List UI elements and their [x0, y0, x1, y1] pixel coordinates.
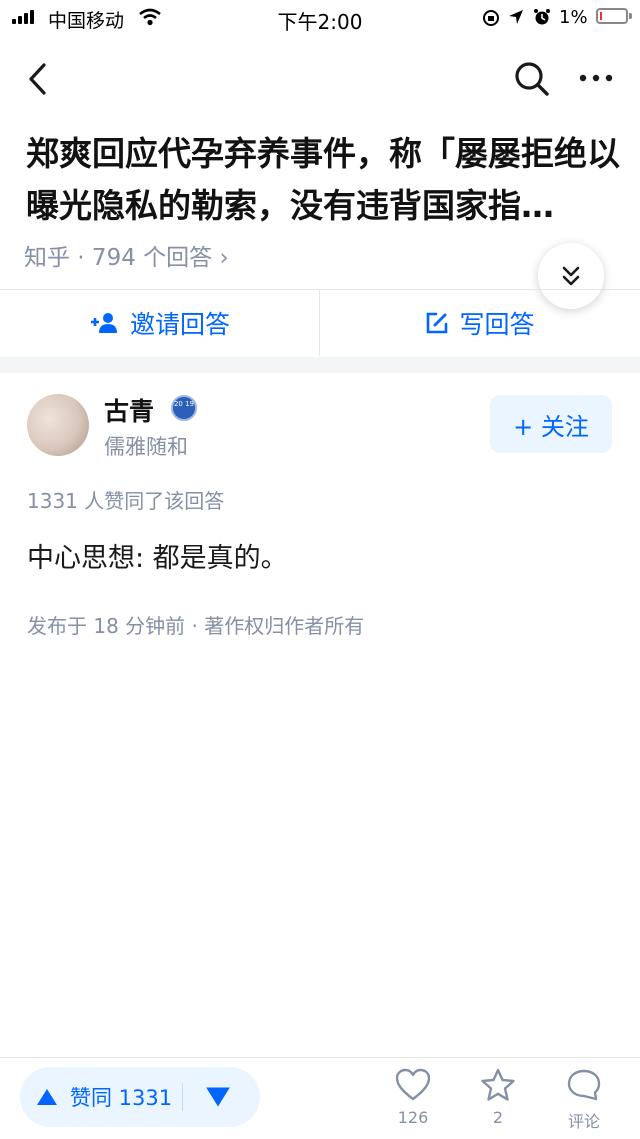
location-icon — [509, 10, 523, 24]
answer-content: 中心思想: 都是真的。 — [27, 543, 288, 574]
vote-count-text: 1331 人赞同了该回答 — [27, 489, 225, 513]
comment-button[interactable]: 评论 — [549, 1068, 619, 1132]
section-gap — [0, 357, 640, 373]
badge-2019-icon[interactable]: 20 19 — [171, 395, 197, 421]
publish-info: 发布于 18 分钟前 · 著作权归作者所有 — [27, 614, 365, 638]
more-icon[interactable] — [579, 74, 613, 82]
write-answer-label: 写回答 — [459, 310, 535, 339]
follow-button[interactable]: + 关注 — [490, 395, 612, 453]
battery-percent: 1% — [559, 7, 588, 28]
invite-answer-label: 邀请回答 — [129, 310, 230, 339]
battery-icon — [596, 8, 628, 24]
question-title[interactable]: 郑爽回应代孕弃养事件，称「屡屡拒绝以曝光隐私的勒索，没有违背国家指… — [26, 128, 626, 232]
add-user-icon — [90, 313, 117, 333]
downvote-button[interactable] — [205, 1082, 231, 1112]
like-button[interactable]: 126 — [378, 1068, 448, 1127]
invite-answer-button[interactable]: 邀请回答 — [0, 290, 320, 356]
battery-nub — [629, 13, 632, 19]
author-name[interactable]: 古青 — [104, 392, 154, 428]
question-meta[interactable]: 知乎 · 794 个回答 › — [24, 238, 229, 272]
write-answer-button[interactable]: 写回答 — [320, 290, 640, 356]
edit-icon — [427, 312, 448, 334]
vote-separator — [182, 1083, 183, 1111]
comment-icon — [567, 1069, 601, 1101]
star-icon — [481, 1068, 515, 1101]
status-bar: 中国移动 下午2:00 1% — [0, 0, 640, 36]
upvote-button[interactable]: 赞同 1331 — [36, 1067, 172, 1127]
heart-icon — [395, 1068, 431, 1101]
back-icon[interactable] — [26, 62, 48, 96]
alarm-icon — [534, 9, 550, 25]
triangle-up-icon — [37, 1089, 57, 1105]
favorite-button[interactable]: 2 — [463, 1068, 533, 1127]
avatar[interactable] — [27, 394, 89, 456]
favorite-count: 2 — [492, 1108, 504, 1127]
badge-text: 20 19 — [173, 400, 195, 408]
upvote-label: 赞同 1331 — [70, 1086, 173, 1110]
like-count: 126 — [397, 1108, 429, 1127]
rotation-lock-icon — [483, 10, 499, 26]
comment-label: 评论 — [567, 1112, 600, 1131]
author-bio: 儒雅随和 — [104, 435, 188, 459]
search-icon[interactable] — [514, 61, 550, 97]
double-chevron-down-icon — [562, 266, 580, 286]
